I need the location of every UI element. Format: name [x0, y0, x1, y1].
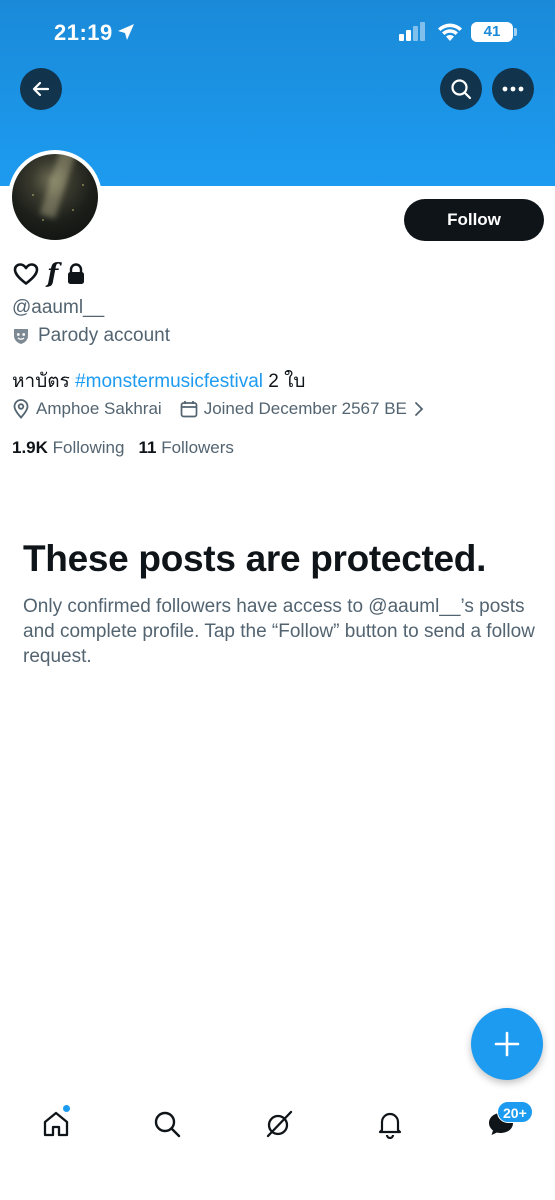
- messages-badge: 20+: [497, 1101, 533, 1123]
- heart-icon: [13, 263, 39, 285]
- avatar-speck: [42, 219, 44, 221]
- compose-button[interactable]: [471, 1008, 543, 1080]
- profile-meta: Amphoe Sakhrai Joined December 2567 BE: [12, 399, 425, 419]
- grok-icon: [266, 1110, 293, 1138]
- display-name: f: [13, 260, 86, 288]
- parody-label[interactable]: Parody account: [12, 325, 170, 347]
- location-arrow-icon: [116, 22, 136, 47]
- back-arrow-icon: [32, 81, 50, 97]
- following-stat[interactable]: 1.9K Following: [12, 438, 124, 458]
- bio-suffix: 2 ใบ: [263, 371, 306, 392]
- location-item: Amphoe Sakhrai: [12, 399, 162, 419]
- battery-nub: [514, 28, 517, 36]
- wifi-icon: [436, 21, 464, 48]
- followers-count: 11: [138, 438, 157, 457]
- bottom-tab-bar: 20+: [0, 1090, 555, 1160]
- parody-text: Parody account: [38, 325, 171, 346]
- avatar-speck: [32, 194, 34, 196]
- follow-button[interactable]: Follow: [404, 199, 544, 241]
- search-icon: [451, 79, 472, 100]
- protected-title: These posts are protected.: [23, 538, 487, 579]
- display-name-glyph: f: [47, 259, 59, 289]
- protected-message: Only confirmed followers have access to …: [23, 596, 535, 667]
- avatar-speck: [82, 184, 84, 186]
- plus-icon: [494, 1031, 520, 1057]
- avatar-light-streak: [39, 154, 77, 219]
- following-count: 1.9K: [12, 438, 48, 457]
- profile-bio: หาบัตร #monstermusicfestival 2 ใบ: [12, 366, 306, 396]
- tab-grok[interactable]: [261, 1106, 297, 1142]
- followers-label: Followers: [161, 438, 234, 457]
- joined-text: Joined December 2567 BE: [203, 399, 407, 418]
- chevron-right-icon: [414, 402, 424, 416]
- avatar-speck: [72, 209, 74, 211]
- bell-icon: [378, 1112, 402, 1139]
- battery-icon: 41: [471, 22, 513, 42]
- location-text: Amphoe Sakhrai: [36, 399, 162, 418]
- status-bar: 21:19 41: [0, 18, 555, 48]
- calendar-icon: [180, 401, 198, 418]
- search-button[interactable]: [440, 68, 482, 110]
- search-icon: [154, 1111, 181, 1138]
- tab-notifications[interactable]: [372, 1106, 408, 1142]
- parody-mask-icon: [14, 329, 28, 344]
- tab-search[interactable]: [149, 1106, 185, 1142]
- avatar[interactable]: [8, 150, 102, 244]
- profile-handle: @aauml__: [12, 297, 105, 318]
- back-button[interactable]: [20, 68, 62, 110]
- followers-stat[interactable]: 11 Followers: [138, 438, 233, 458]
- profile-stats: 1.9K Following 11 Followers: [12, 438, 234, 458]
- more-icon: [502, 86, 524, 92]
- home-unread-dot: [62, 1104, 71, 1113]
- location-pin-icon: [13, 399, 29, 419]
- following-label: Following: [52, 438, 125, 457]
- bio-hashtag-link[interactable]: #monstermusicfestival: [75, 371, 263, 392]
- home-icon: [43, 1111, 69, 1137]
- joined-item[interactable]: Joined December 2567 BE: [180, 399, 425, 419]
- lock-icon: [68, 263, 85, 284]
- status-time: 21:19: [54, 20, 113, 45]
- more-options-button[interactable]: [492, 68, 534, 110]
- battery-level: 41: [483, 23, 501, 40]
- bio-prefix: หาบัตร: [12, 371, 76, 392]
- cellular-signal-icon: [399, 22, 429, 47]
